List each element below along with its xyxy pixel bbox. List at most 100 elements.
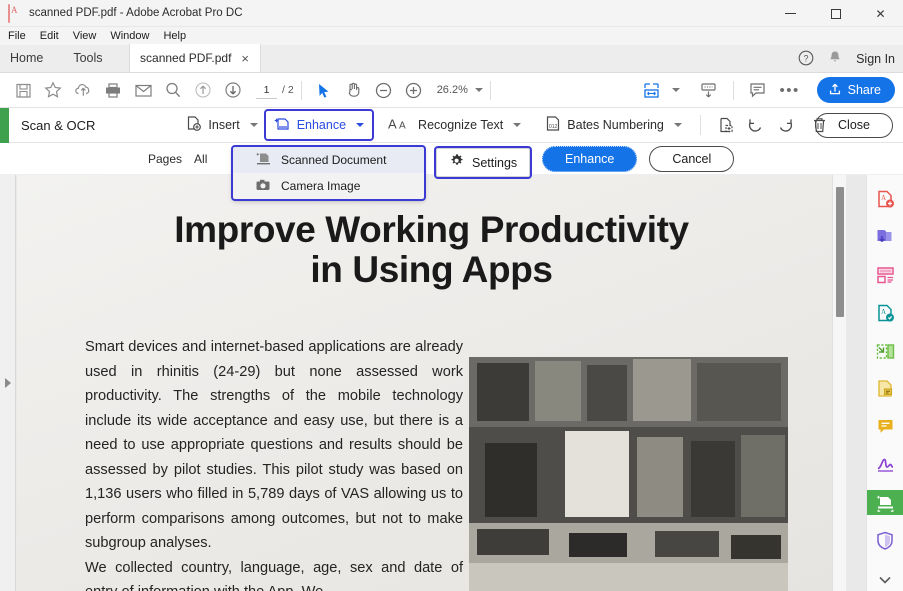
bates-numbering-button[interactable]: 012 Bates Numbering xyxy=(537,111,690,139)
pages-select-value[interactable]: All xyxy=(194,152,207,166)
menu-item-edit[interactable]: Edit xyxy=(40,30,59,42)
svg-text:A: A xyxy=(388,116,397,131)
document-paragraph-2: We collected country, language, age, sex… xyxy=(85,556,463,591)
help-circle-icon[interactable]: ? xyxy=(798,50,814,69)
scroll-page-down-icon[interactable] xyxy=(694,77,724,103)
enhance-scan-icon xyxy=(274,115,291,135)
document-tab-label: scanned PDF.pdf xyxy=(140,51,231,65)
cloud-upload-icon[interactable] xyxy=(68,77,98,103)
previous-page-icon[interactable] xyxy=(188,77,218,103)
zoom-level-value[interactable]: 26.2% xyxy=(437,84,468,96)
save-icon[interactable] xyxy=(8,77,38,103)
page-number-input[interactable]: 1 xyxy=(256,82,277,99)
dropdown-label-camera-image: Camera Image xyxy=(281,179,360,193)
pdf-file-icon xyxy=(8,5,22,21)
enhance-apply-button[interactable]: Enhance xyxy=(542,146,637,172)
svg-text:?: ? xyxy=(804,53,809,63)
document-tab-close-icon[interactable]: × xyxy=(241,52,249,65)
title-bar: scanned PDF.pdf - Adobe Acrobat Pro DC ✕ xyxy=(0,0,903,27)
compress-pdf-icon[interactable] xyxy=(867,339,903,364)
scan-ocr-accent-bar xyxy=(0,108,9,143)
fill-sign-icon[interactable] xyxy=(867,377,903,402)
email-icon[interactable] xyxy=(128,77,158,103)
print-icon[interactable] xyxy=(98,77,128,103)
organize-pages-icon[interactable] xyxy=(867,263,903,288)
hand-pan-icon[interactable] xyxy=(339,77,369,103)
toolbar-divider-1 xyxy=(301,81,302,100)
tab-strip: Home Tools scanned PDF.pdf × ? Sign In xyxy=(0,45,903,73)
star-icon[interactable] xyxy=(38,77,68,103)
next-page-icon[interactable] xyxy=(218,77,248,103)
menu-item-view[interactable]: View xyxy=(73,30,97,42)
document-scrollbar[interactable] xyxy=(832,175,846,591)
comment-icon[interactable] xyxy=(867,414,903,439)
export-pdf-icon[interactable] xyxy=(867,225,903,250)
rotate-left-icon[interactable] xyxy=(741,112,771,138)
enhance-button[interactable]: Enhance xyxy=(266,111,372,139)
svg-text:A: A xyxy=(881,194,886,202)
window-controls: ✕ xyxy=(768,0,903,27)
insert-chevron-icon[interactable] xyxy=(250,123,258,127)
menu-item-help[interactable]: Help xyxy=(163,30,186,42)
document-body-text: Smart devices and internet-based applica… xyxy=(85,335,463,591)
extract-page-icon[interactable] xyxy=(711,112,741,138)
edit-pdf-icon[interactable]: A xyxy=(867,301,903,326)
menu-item-file[interactable]: File xyxy=(8,30,26,42)
menu-bar: File Edit View Window Help xyxy=(0,27,903,45)
sign-icon[interactable] xyxy=(867,452,903,477)
zoom-in-icon[interactable] xyxy=(399,77,429,103)
bates-numbering-chevron-icon[interactable] xyxy=(674,123,682,127)
menu-item-window[interactable]: Window xyxy=(110,30,149,42)
recognize-text-button[interactable]: AA Recognize Text xyxy=(380,112,529,139)
zoom-out-icon[interactable] xyxy=(369,77,399,103)
document-heading: Improve Working Productivity in Using Ap… xyxy=(17,175,846,290)
dropdown-item-camera-image[interactable]: Camera Image xyxy=(233,173,424,199)
camera-icon xyxy=(255,178,272,195)
fit-width-icon[interactable] xyxy=(637,77,667,103)
close-scan-ocr-button[interactable]: Close xyxy=(815,113,893,138)
recognize-text-label: Recognize Text xyxy=(418,118,503,132)
fit-dropdown-chevron-icon[interactable] xyxy=(672,88,680,92)
sign-in-button[interactable]: Sign In xyxy=(856,52,895,66)
settings-button[interactable]: Settings xyxy=(436,148,530,177)
recognize-text-icon: AA xyxy=(388,116,412,135)
cursor-select-icon[interactable] xyxy=(309,77,339,103)
recognize-text-chevron-icon[interactable] xyxy=(513,123,521,127)
maximize-icon[interactable] xyxy=(813,0,858,27)
left-panel-toggle[interactable] xyxy=(0,175,16,591)
comment-icon[interactable] xyxy=(743,77,773,103)
share-button-label: Share xyxy=(848,83,881,97)
document-heading-line1: Improve Working Productivity xyxy=(17,210,846,250)
share-button[interactable]: Share xyxy=(817,77,895,103)
scanned-document-icon xyxy=(255,151,272,169)
document-tab[interactable]: scanned PDF.pdf × xyxy=(129,44,261,72)
pages-label: Pages xyxy=(148,152,182,166)
insert-button[interactable]: Insert xyxy=(177,111,265,139)
cancel-button[interactable]: Cancel xyxy=(649,146,734,172)
more-tools-chevron-icon[interactable] xyxy=(867,566,903,591)
more-options-icon[interactable]: ••• xyxy=(775,77,805,103)
dropdown-item-scanned-document[interactable]: Scanned Document xyxy=(233,147,424,173)
svg-text:012: 012 xyxy=(549,124,558,130)
gear-icon xyxy=(449,153,465,172)
svg-text:A: A xyxy=(881,308,886,316)
scan-ocr-icon[interactable] xyxy=(867,490,903,515)
minimize-icon[interactable] xyxy=(768,0,813,27)
window-title: scanned PDF.pdf - Adobe Acrobat Pro DC xyxy=(29,7,243,19)
close-icon[interactable]: ✕ xyxy=(858,0,903,27)
insert-button-label: Insert xyxy=(208,118,239,132)
scan-ocr-toolbar: Scan & OCR Insert Enhance AA Recognize T… xyxy=(0,108,903,143)
tab-home[interactable]: Home xyxy=(6,51,47,65)
search-icon[interactable] xyxy=(158,77,188,103)
enhance-apply-label: Enhance xyxy=(565,152,614,166)
tools-rail: A A xyxy=(866,175,903,591)
tab-tools[interactable]: Tools xyxy=(69,51,106,65)
bell-icon[interactable] xyxy=(828,50,842,68)
document-scrollbar-thumb[interactable] xyxy=(836,187,844,317)
svg-text:A: A xyxy=(399,120,406,131)
zoom-dropdown-chevron-icon[interactable] xyxy=(475,88,483,92)
create-pdf-icon[interactable]: A xyxy=(867,187,903,212)
pdf-page[interactable]: Improve Working Productivity in Using Ap… xyxy=(17,175,846,591)
protect-shield-icon[interactable] xyxy=(867,528,903,553)
enhance-chevron-icon[interactable] xyxy=(356,123,364,127)
